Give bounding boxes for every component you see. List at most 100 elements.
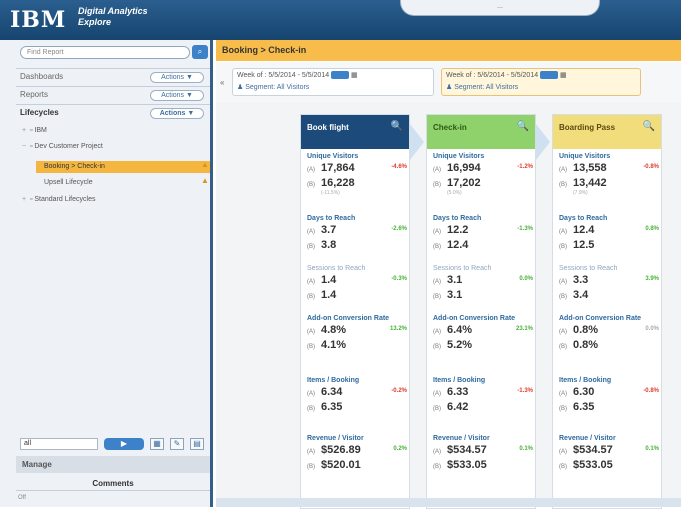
stage-column-1: Check-in 🔍 Unique Visitors (A) 16,994 -1.2% (B…: [426, 114, 536, 509]
grid-icon[interactable]: ▦: [150, 438, 164, 450]
series-a-tag: (A): [307, 329, 315, 335]
metric-block: Days to Reach (A) 12.2 -1.3% (B) 12.4: [433, 215, 533, 252]
series-a-tag: (A): [559, 279, 567, 285]
search-button[interactable]: ⌕: [192, 45, 208, 59]
lifecycles-actions-button[interactable]: Actions ▼: [150, 108, 204, 119]
change-value: 0.1%: [519, 446, 533, 452]
metric-value-a: 3.1: [447, 274, 463, 286]
metric-block: Unique Visitors (A) 13,558 -0.8% (B) 13,442 (7…: [559, 153, 659, 196]
report-search-input[interactable]: Find Report: [20, 46, 190, 59]
series-a-tag: (A): [307, 391, 315, 397]
reports-actions-button[interactable]: Actions ▼: [150, 90, 204, 101]
series-a-tag: (A): [559, 329, 567, 335]
value-row-a: (A) 6.30 -0.8%: [559, 386, 659, 399]
change-value: -0.2%: [391, 388, 407, 394]
collapse-icon[interactable]: −: [22, 141, 28, 153]
segment-bar: « Week of : 5/5/2014 - 5/5/2014 ▦ ♟ Segm…: [216, 62, 681, 102]
value-row-b: (B) 12.4: [433, 239, 533, 252]
value-row-b: (B) 6.35: [307, 401, 407, 414]
stage-column-2: Boarding Pass 🔍 Unique Visitors (A) 13,558 -0…: [552, 114, 662, 509]
value-row-a: (A) 3.3 3.9%: [559, 274, 659, 287]
horizontal-scrollbar[interactable]: [216, 498, 681, 507]
metric-value-a: 12.4: [573, 224, 595, 236]
lock-icon: ▲: [201, 160, 209, 169]
collapse-arrow-icon[interactable]: «: [220, 78, 224, 87]
metric-value-b: 3.8: [321, 239, 337, 251]
magnify-icon[interactable]: 🔍: [643, 121, 655, 132]
date-picker-icon[interactable]: [331, 71, 350, 80]
manage-header[interactable]: Manage: [16, 456, 210, 473]
value-row-a: (A) 6.4% 23.1%: [433, 324, 533, 337]
series-b-tag: (B): [559, 182, 567, 188]
change-value: -1.3%: [517, 388, 533, 394]
section-lifecycles[interactable]: Lifecycles Actions ▼: [16, 104, 210, 120]
tree-item-upsell-lifecycle[interactable]: Upsell Lifecycle: [44, 177, 93, 189]
series-b-tag: (B): [559, 406, 567, 412]
series-b-tag: (B): [307, 294, 315, 300]
value-row-a: (A) 6.34 -0.2%: [307, 386, 407, 399]
series-a-tag: (A): [307, 229, 315, 235]
filter-input[interactable]: all: [20, 438, 98, 450]
tree-item-booking-checkin[interactable]: Booking > Check-in: [44, 161, 105, 173]
change-value: 0.8%: [645, 226, 659, 232]
value-row-b: (B) 16,228: [307, 177, 407, 190]
stage-header[interactable]: Boarding Pass 🔍: [553, 115, 661, 149]
metric-block: Unique Visitors (A) 16,994 -1.2% (B) 17,202 (5…: [433, 153, 533, 196]
metric-label: Unique Visitors: [307, 153, 359, 160]
series-a-tag: (A): [559, 167, 567, 173]
value-row-b: (B) 6.42: [433, 401, 533, 414]
section-reports[interactable]: Reports Actions ▼: [16, 86, 210, 102]
value-row-a: (A) 1.4 -0.3%: [307, 274, 407, 287]
magnify-icon[interactable]: 🔍: [517, 121, 529, 132]
metric-value-b: 6.35: [321, 401, 343, 413]
delete-icon[interactable]: ▤: [190, 438, 204, 450]
metric-value-b: 3.4: [573, 289, 589, 301]
calendar-icon[interactable]: ▦: [560, 72, 567, 79]
metric-value-a: $526.89: [321, 444, 361, 456]
metric-value-a: $534.57: [447, 444, 487, 456]
date-picker-icon[interactable]: [540, 71, 559, 80]
tree-item-standard-lifecycles[interactable]: + ▫ Standard Lifecycles: [22, 194, 95, 206]
expand-icon[interactable]: +: [22, 194, 28, 206]
value-row-a: (A) 12.2 -1.3%: [433, 224, 533, 237]
edit-icon[interactable]: ✎: [170, 438, 184, 450]
tree-item-dev-project[interactable]: − ▫ Dev Customer Project: [22, 141, 103, 153]
metric-value-a: 16,994: [447, 162, 481, 174]
value-row-b: (B) $533.05: [559, 459, 659, 472]
calendar-icon[interactable]: ▦: [351, 72, 358, 79]
top-navigation[interactable]: ...: [400, 0, 600, 16]
metric-block: Add-on Conversion Rate (A) 4.8% 13.2% (B) 4.1…: [307, 315, 407, 352]
series-b-tag: (B): [559, 344, 567, 350]
change-value: 0.0%: [645, 326, 659, 332]
expand-icon[interactable]: +: [22, 125, 28, 137]
segment-box-a[interactable]: Week of : 5/5/2014 - 5/5/2014 ▦ ♟ Segmen…: [232, 68, 434, 96]
segment-box-b[interactable]: Week of : 5/6/2014 - 5/5/2014 ▦ ♟ Segmen…: [441, 68, 641, 96]
tree-item-ibm[interactable]: + ▫ IBM: [22, 125, 47, 137]
metric-subtext: (-11.5%): [321, 190, 340, 196]
value-row-b: (B) 17,202: [433, 177, 533, 190]
value-row-b: (B) 1.4: [307, 289, 407, 302]
stage-header[interactable]: Book flight 🔍: [301, 115, 409, 149]
stage-header[interactable]: Check-in 🔍: [427, 115, 535, 149]
metric-label: Days to Reach: [307, 215, 356, 222]
dashboards-actions-button[interactable]: Actions ▼: [150, 72, 204, 83]
value-row-b: (B) 4.1%: [307, 339, 407, 352]
metric-label: Sessions to Reach: [559, 265, 618, 272]
metric-value-a: 6.30: [573, 386, 595, 398]
filter-go-button[interactable]: ▶: [104, 438, 144, 450]
change-value: -0.8%: [643, 164, 659, 170]
metric-label: Items / Booking: [307, 377, 360, 384]
section-dashboards[interactable]: Dashboards Actions ▼: [16, 68, 210, 84]
metric-value-a: 0.8%: [573, 324, 599, 336]
metric-block: Items / Booking (A) 6.30 -0.8% (B) 6.35: [559, 377, 659, 414]
page-title: Booking > Check-in: [216, 40, 681, 61]
sidebar-toolbar: all ▶ ▦ ✎ ▤: [20, 438, 210, 452]
series-b-tag: (B): [433, 344, 441, 350]
metric-value-b: 16,228: [321, 177, 355, 189]
value-row-a: (A) 0.8% 0.0%: [559, 324, 659, 337]
metric-block: Items / Booking (A) 6.33 -1.3% (B) 6.42: [433, 377, 533, 414]
comments-header: Comments: [16, 477, 210, 491]
value-row-b: (B) 3.4: [559, 289, 659, 302]
value-row-a: (A) $526.89 0.2%: [307, 444, 407, 457]
magnify-icon[interactable]: 🔍: [391, 121, 403, 132]
